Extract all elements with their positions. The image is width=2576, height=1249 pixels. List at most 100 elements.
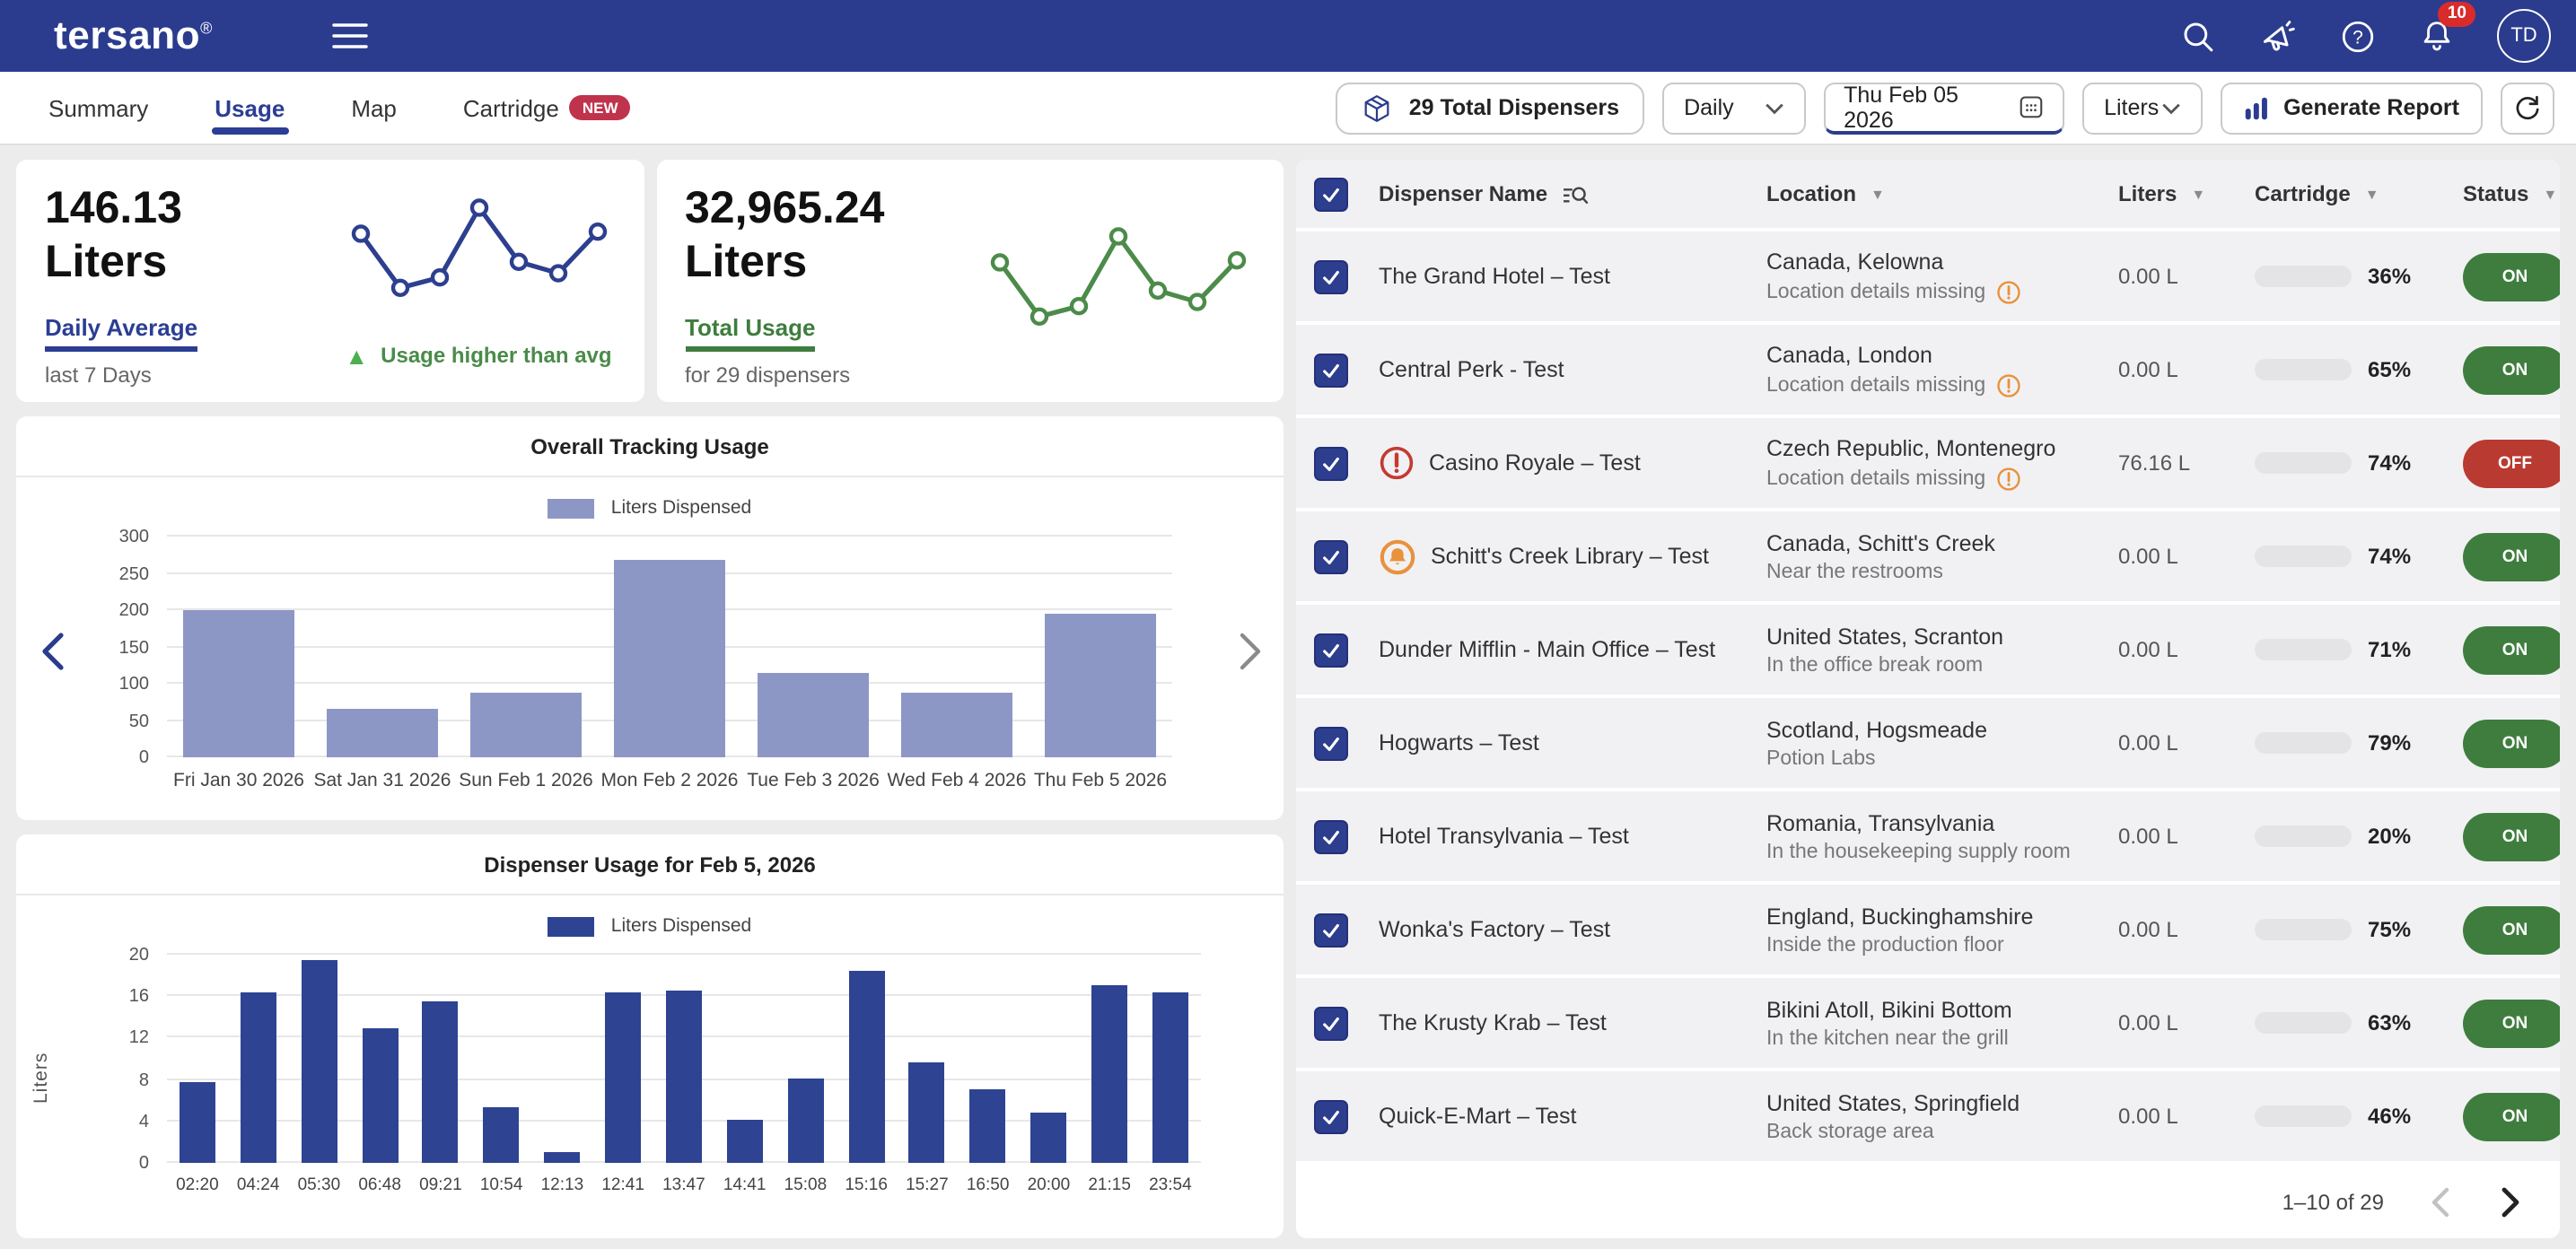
dispenser-name-cell: The Krusty Krab – Test <box>1379 1010 1766 1035</box>
bar <box>901 694 1012 757</box>
location-secondary: Potion Labs <box>1766 747 2118 769</box>
table-row[interactable]: Hogwarts – TestScotland, HogsmeadePotion… <box>1296 698 2560 791</box>
main-tabs: Summary Usage Map CartridgeNEW <box>0 72 694 144</box>
table-header-row: Dispenser Name Location▼ Liters▼ Cartrid… <box>1296 160 2560 231</box>
status-badge[interactable]: ON <box>2463 345 2560 394</box>
status-badge[interactable]: ON <box>2463 1092 2560 1140</box>
chart-next-button[interactable] <box>1235 628 1266 675</box>
pagination: 1–10 of 29 <box>1296 1165 2560 1238</box>
table-row[interactable]: Wonka's Factory – TestEngland, Buckingha… <box>1296 885 2560 978</box>
chart-prev-button[interactable] <box>38 628 68 675</box>
interval-select[interactable]: Daily <box>1662 82 1806 134</box>
y-tick-label: 250 <box>119 564 149 584</box>
row-checkbox[interactable] <box>1314 633 1348 667</box>
table-row[interactable]: Dunder Mifflin - Main Office – TestUnite… <box>1296 605 2560 698</box>
row-checkbox[interactable] <box>1314 1006 1348 1040</box>
cartridge-percent: 20% <box>2368 824 2411 849</box>
dispenser-name-cell: Dunder Mifflin - Main Office – Test <box>1379 637 1766 662</box>
table-row[interactable]: Casino Royale – TestCzech Republic, Mont… <box>1296 418 2560 511</box>
bar <box>727 1119 763 1163</box>
unit-select[interactable]: Liters <box>2082 82 2203 134</box>
table-row[interactable]: Central Perk - TestCanada, LondonLocatio… <box>1296 325 2560 418</box>
select-all-checkbox[interactable] <box>1314 177 1348 211</box>
row-checkbox[interactable] <box>1314 353 1348 387</box>
row-checkbox[interactable] <box>1314 726 1348 760</box>
x-axis-label: Thu Feb 5 2026 <box>1029 770 1172 791</box>
menu-icon[interactable] <box>324 14 374 57</box>
status-badge[interactable]: ON <box>2463 812 2560 860</box>
generate-report-button[interactable]: Generate Report <box>2221 82 2483 134</box>
help-icon[interactable]: ? <box>2339 17 2377 55</box>
bar <box>758 674 869 757</box>
date-picker[interactable]: Thu Feb 05 2026 <box>1824 82 2064 134</box>
sort-icon[interactable]: ▼ <box>2365 186 2379 202</box>
table-row[interactable]: Hotel Transylvania – TestRomania, Transy… <box>1296 791 2560 885</box>
row-checkbox[interactable] <box>1314 446 1348 480</box>
x-axis-label: 16:50 <box>958 1175 1019 1195</box>
row-checkbox[interactable] <box>1314 539 1348 573</box>
cartridge-percent: 46% <box>2368 1104 2411 1129</box>
sort-icon[interactable]: ▼ <box>2543 186 2557 202</box>
daily-average-link[interactable]: Daily Average <box>45 314 197 352</box>
column-cartridge[interactable]: Cartridge▼ <box>2255 181 2463 206</box>
status-badge[interactable]: ON <box>2463 625 2560 674</box>
status-badge[interactable]: ON <box>2463 532 2560 581</box>
cartridge-progress <box>2255 639 2352 660</box>
tab-cartridge[interactable]: CartridgeNEW <box>460 72 635 144</box>
x-axis-label: 15:16 <box>836 1175 897 1195</box>
notifications-bell-icon[interactable]: 10 <box>2418 16 2456 56</box>
sort-icon[interactable]: ▼ <box>1871 186 1885 202</box>
bar <box>544 1151 580 1163</box>
table-row[interactable]: Quick-E-Mart – TestUnited States, Spring… <box>1296 1071 2560 1165</box>
total-dispensers-button[interactable]: 29 Total Dispensers <box>1336 82 1644 134</box>
warning-icon <box>1996 372 2021 397</box>
table-row[interactable]: The Krusty Krab – TestBikini Atoll, Biki… <box>1296 978 2560 1071</box>
announcements-icon[interactable] <box>2258 16 2298 56</box>
sort-icon[interactable]: ▼ <box>2191 186 2205 202</box>
status-cell: OFF <box>2463 439 2560 487</box>
row-checkbox[interactable] <box>1314 1099 1348 1133</box>
dispenser-table: Dispenser Name Location▼ Liters▼ Cartrid… <box>1296 160 2560 1238</box>
tab-summary[interactable]: Summary <box>45 72 152 144</box>
status-badge[interactable]: ON <box>2463 719 2560 767</box>
status-badge[interactable]: OFF <box>2463 439 2560 487</box>
location-cell: Canada, Schitt's CreekNear the restrooms <box>1766 530 2118 582</box>
main-content: 146.13Liters Daily Average last 7 Days ▲… <box>0 145 2576 1249</box>
new-badge: NEW <box>570 95 631 120</box>
cartridge-cell: 79% <box>2255 730 2463 756</box>
location-primary: Scotland, Hogsmeade <box>1766 717 2118 742</box>
liters-value: 0.00 L <box>2118 730 2255 756</box>
column-status[interactable]: Status▼ <box>2463 181 2560 206</box>
tab-usage[interactable]: Usage <box>211 72 288 144</box>
pagination-label: 1–10 of 29 <box>2282 1189 2384 1214</box>
cartridge-progress <box>2255 919 2352 940</box>
avatar[interactable]: TD <box>2497 9 2551 63</box>
column-location[interactable]: Location▼ <box>1766 181 2118 206</box>
row-checkbox[interactable] <box>1314 259 1348 293</box>
y-tick-label: 200 <box>119 601 149 621</box>
status-badge[interactable]: ON <box>2463 999 2560 1047</box>
column-liters[interactable]: Liters▼ <box>2118 181 2255 206</box>
x-axis-label: 09:21 <box>410 1175 471 1195</box>
status-badge[interactable]: ON <box>2463 252 2560 301</box>
row-checkbox[interactable] <box>1314 819 1348 853</box>
search-filter-icon[interactable] <box>1562 182 1589 205</box>
table-row[interactable]: The Grand Hotel – TestCanada, KelownaLoc… <box>1296 231 2560 325</box>
liters-value: 0.00 L <box>2118 1104 2255 1129</box>
total-usage-link[interactable]: Total Usage <box>685 314 815 352</box>
next-page-button[interactable] <box>2497 1182 2524 1221</box>
x-axis-label: 04:24 <box>228 1175 289 1195</box>
tab-map[interactable]: Map <box>347 72 400 144</box>
location-secondary: Location details missing <box>1766 466 2118 491</box>
alert-icon <box>1379 445 1415 481</box>
column-dispenser-name[interactable]: Dispenser Name <box>1379 181 1766 206</box>
location-cell: United States, SpringfieldBack storage a… <box>1766 1090 2118 1142</box>
refresh-button[interactable] <box>2501 82 2554 134</box>
prev-page-button[interactable] <box>2427 1182 2454 1221</box>
total-usage-card: 32,965.24Liters Total Usage for 29 dispe… <box>656 160 1284 402</box>
status-badge[interactable]: ON <box>2463 905 2560 954</box>
table-row[interactable]: Schitt's Creek Library – TestCanada, Sch… <box>1296 511 2560 605</box>
search-icon[interactable] <box>2179 17 2217 55</box>
location-cell: Bikini Atoll, Bikini BottomIn the kitche… <box>1766 997 2118 1049</box>
row-checkbox[interactable] <box>1314 913 1348 947</box>
